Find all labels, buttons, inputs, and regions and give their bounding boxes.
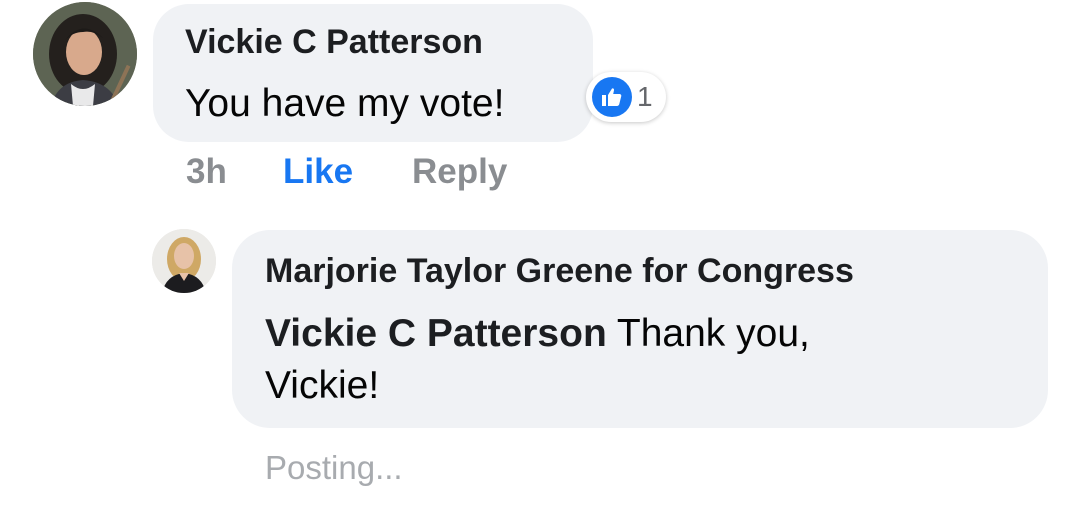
avatar-photo-icon	[152, 229, 216, 293]
comment-text: You have my vote!	[185, 82, 505, 125]
comment-author-name[interactable]: Vickie C Patterson	[185, 23, 483, 62]
commenter-avatar[interactable]	[33, 2, 137, 106]
reply-body: Vickie C Patterson Thank you, Vickie!	[265, 308, 885, 412]
reply-button[interactable]: Reply	[412, 152, 507, 192]
avatar-photo-icon	[33, 2, 137, 106]
reply-author-name[interactable]: Marjorie Taylor Greene for Congress	[265, 252, 854, 291]
reply-author-avatar[interactable]	[152, 229, 216, 293]
posting-status: Posting...	[265, 449, 403, 486]
reaction-summary[interactable]: 1	[586, 72, 666, 122]
like-button[interactable]: Like	[283, 152, 353, 192]
reply-bubble: Marjorie Taylor Greene for Congress Vick…	[232, 230, 1048, 428]
comment-bubble: Vickie C Patterson You have my vote!	[153, 4, 593, 142]
reaction-count: 1	[637, 81, 653, 112]
comment-timestamp[interactable]: 3h	[186, 152, 227, 192]
reply-mention-tag[interactable]: Vickie C Patterson	[265, 312, 607, 355]
thumbs-up-icon	[602, 88, 622, 106]
like-reaction-icon	[592, 77, 632, 117]
